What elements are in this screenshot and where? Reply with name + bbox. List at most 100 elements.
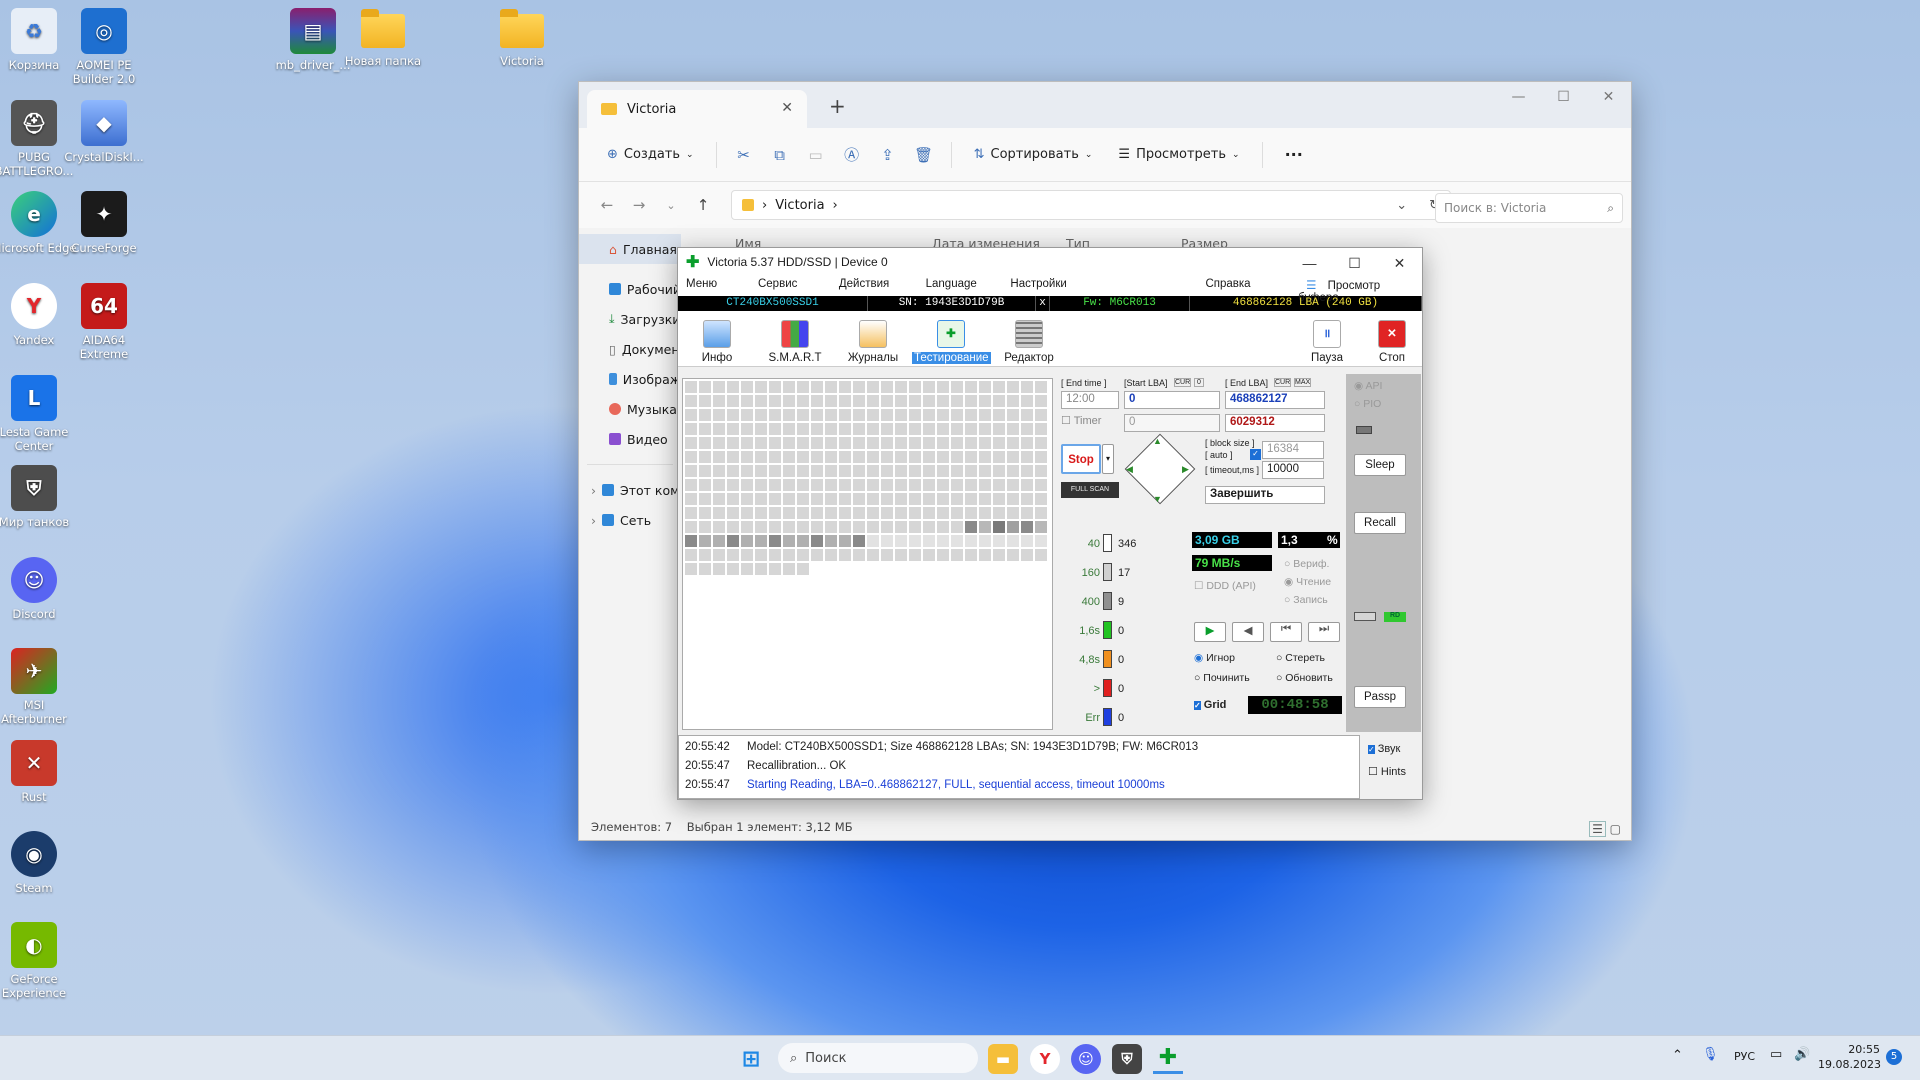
lesta-icon[interactable]: L Lesta Game Center [0, 375, 79, 453]
start-lba-field[interactable]: 0 [1124, 391, 1220, 409]
ignore-radio[interactable]: ◉ Игнор [1194, 652, 1235, 664]
repair-radio[interactable]: ○ Починить [1194, 672, 1250, 684]
zero-start-button[interactable]: 0 [1194, 378, 1204, 387]
close-button[interactable]: ✕ [1377, 248, 1422, 278]
address-bar[interactable]: ›Victoria›⌄↻ [731, 190, 1451, 220]
tiles-view-icon[interactable]: ▢ [1610, 822, 1621, 836]
microphone-icon[interactable]: 🎙 [1702, 1047, 1719, 1062]
menu-item-help[interactable]: Справка [1205, 276, 1290, 296]
steam-icon[interactable]: ◉ Steam [0, 831, 79, 895]
sleep-button[interactable]: Sleep [1354, 454, 1406, 476]
tab-logs[interactable]: Журналы [834, 320, 912, 366]
buffer-view-button[interactable]: ☰ Просмотр буфера [1298, 276, 1422, 304]
menu-item-settings[interactable]: Настройки [1010, 276, 1197, 296]
menu-item-actions[interactable]: Действия [839, 276, 918, 296]
full-scan-badge[interactable]: FULL SCAN [1061, 482, 1119, 498]
end-time-field[interactable]: 12:00 [1061, 391, 1119, 409]
auto-checkbox[interactable]: ✓ [1250, 449, 1261, 460]
timer-field[interactable]: 0 [1124, 414, 1220, 432]
stop-scan-button[interactable]: Stop [1061, 444, 1101, 474]
hints-checkbox[interactable]: ☐ Hints [1368, 765, 1406, 778]
geforce-icon[interactable]: ◐ GeForce Experience [0, 922, 79, 1000]
minimize-button[interactable]: — [1496, 82, 1541, 112]
tab-info[interactable]: Инфо [678, 320, 756, 366]
ddd-checkbox[interactable]: ☐ DDD (API) [1194, 580, 1256, 592]
rename-icon[interactable]: Ⓐ [837, 144, 867, 165]
tanks-icon[interactable]: ⛨ Мир танков [0, 465, 79, 529]
sidebar-item-downloads[interactable]: ⤓ Загрузки [579, 304, 681, 334]
read-radio[interactable]: ◉ Чтение [1284, 576, 1331, 588]
sidebar-item-desktop[interactable]: Рабочий [579, 274, 681, 304]
folder-icon[interactable]: Новая папка [338, 8, 428, 68]
file-explorer-taskbar-icon[interactable]: ▬ [988, 1044, 1018, 1074]
pio-radio[interactable]: ○ PIO [1354, 398, 1381, 410]
yandex-taskbar-icon[interactable]: Y [1030, 1044, 1060, 1074]
api-radio[interactable]: ◉ API [1354, 380, 1382, 392]
afterburner-icon[interactable]: ✈ MSI Afterburner [0, 648, 79, 726]
taskbar-search[interactable]: ⌕ Поиск [778, 1043, 978, 1073]
skip-end-button[interactable]: ⏭ [1308, 622, 1340, 642]
block-size-field[interactable]: 16384 [1262, 441, 1324, 459]
play-button[interactable]: ▶ [1194, 622, 1226, 642]
max-end-button[interactable]: MAX [1294, 378, 1312, 387]
timeout-field[interactable]: 10000 [1262, 461, 1324, 479]
sidebar-item-documents[interactable]: ▯ Докумен [579, 334, 681, 364]
maximize-button[interactable]: ☐ [1332, 248, 1377, 278]
display-icon[interactable]: ▭ [1770, 1047, 1782, 1062]
erase-radio[interactable]: ○ Стереть [1276, 652, 1325, 664]
minimize-button[interactable]: — [1287, 248, 1332, 278]
back-arrow-icon[interactable]: ← [591, 196, 623, 214]
search-input[interactable]: Поиск в: Victoria ⌕ [1435, 193, 1623, 223]
chevron-down-icon[interactable]: ⌄ [655, 199, 687, 212]
victoria-taskbar-icon[interactable]: ✚ [1153, 1044, 1183, 1074]
create-button[interactable]: ⊕ Создать ⌄ [597, 141, 704, 168]
cur-start-button[interactable]: CUR [1174, 378, 1192, 387]
sidebar-item-this-pc[interactable]: › Этот ком [579, 475, 681, 505]
sort-button[interactable]: ⇅ Сортировать ⌄ [964, 141, 1103, 168]
sidebar-item-pictures[interactable]: Изображ [579, 364, 681, 394]
aida64-icon[interactable]: 64 AIDA64 Extreme [59, 283, 149, 361]
timer-checkbox[interactable]: ☐ Timer [1061, 414, 1101, 427]
start-button-icon[interactable]: ⊞ [736, 1044, 766, 1074]
tab-smart[interactable]: S.M.A.R.T [756, 320, 834, 366]
aomei-icon[interactable]: ◎ AOMEI PE Builder 2.0 [59, 8, 149, 86]
menu-item-service[interactable]: Сервис [758, 276, 831, 296]
up-arrow-icon[interactable]: ↑ [687, 196, 719, 214]
language-indicator[interactable]: РУС [1734, 1050, 1755, 1063]
arrow-left-icon[interactable]: ◀ [1126, 464, 1133, 475]
share-icon[interactable]: ⇪ [873, 146, 903, 164]
skip-back-button[interactable]: ⏮ [1270, 622, 1302, 642]
arrow-down-icon[interactable]: ▼ [1153, 494, 1162, 504]
delete-icon[interactable]: 🗑 [909, 146, 939, 164]
verify-radio[interactable]: ○ Вериф. [1284, 558, 1329, 570]
details-view-icon[interactable]: ☰ [1589, 821, 1606, 837]
stop-dropdown-icon[interactable]: ▾ [1102, 444, 1114, 474]
paste-icon[interactable]: ▭ [801, 146, 831, 164]
more-options-button[interactable]: ··· [1275, 139, 1313, 170]
sound-checkbox[interactable]: ✓ Звук [1368, 743, 1400, 755]
step-back-button[interactable]: ◀ [1232, 622, 1264, 642]
tanks-taskbar-icon[interactable]: ⛨ [1112, 1044, 1142, 1074]
menu-item-menu[interactable]: Меню [686, 276, 750, 296]
rust-icon[interactable]: ✕ Rust [0, 740, 79, 804]
sidebar-item-home[interactable]: ⌂ Главная [579, 234, 681, 264]
maximize-button[interactable]: ☐ [1541, 82, 1586, 112]
write-radio[interactable]: ○ Запись [1284, 594, 1328, 606]
crystaldisk-icon[interactable]: ◆ CrystalDiskI... [59, 100, 149, 164]
arrow-right-icon[interactable]: ▶ [1182, 464, 1189, 475]
passp-button[interactable]: Passp [1354, 686, 1406, 708]
grid-checkbox[interactable]: ✓ Grid [1194, 699, 1226, 711]
close-button[interactable]: ✕ [1586, 82, 1631, 112]
menu-item-language[interactable]: Language [926, 276, 1003, 296]
sidebar-item-video[interactable]: Видео [579, 424, 681, 454]
cut-icon[interactable]: ✂ [729, 146, 759, 164]
clock[interactable]: 20:55 19.08.2023 [1818, 1042, 1881, 1072]
tab-editor[interactable]: Редактор [990, 320, 1068, 366]
view-button[interactable]: ☰ Просмотреть ⌄ [1108, 141, 1249, 168]
sidebar-item-network[interactable]: › Сеть [579, 505, 681, 535]
sidebar-item-music[interactable]: Музыка [579, 394, 681, 424]
new-tab-button[interactable]: + [829, 94, 846, 118]
end-lba-field[interactable]: 468862127 [1225, 391, 1325, 409]
discord-taskbar-icon[interactable]: ☺ [1071, 1044, 1101, 1074]
recall-button[interactable]: Recall [1354, 512, 1406, 534]
